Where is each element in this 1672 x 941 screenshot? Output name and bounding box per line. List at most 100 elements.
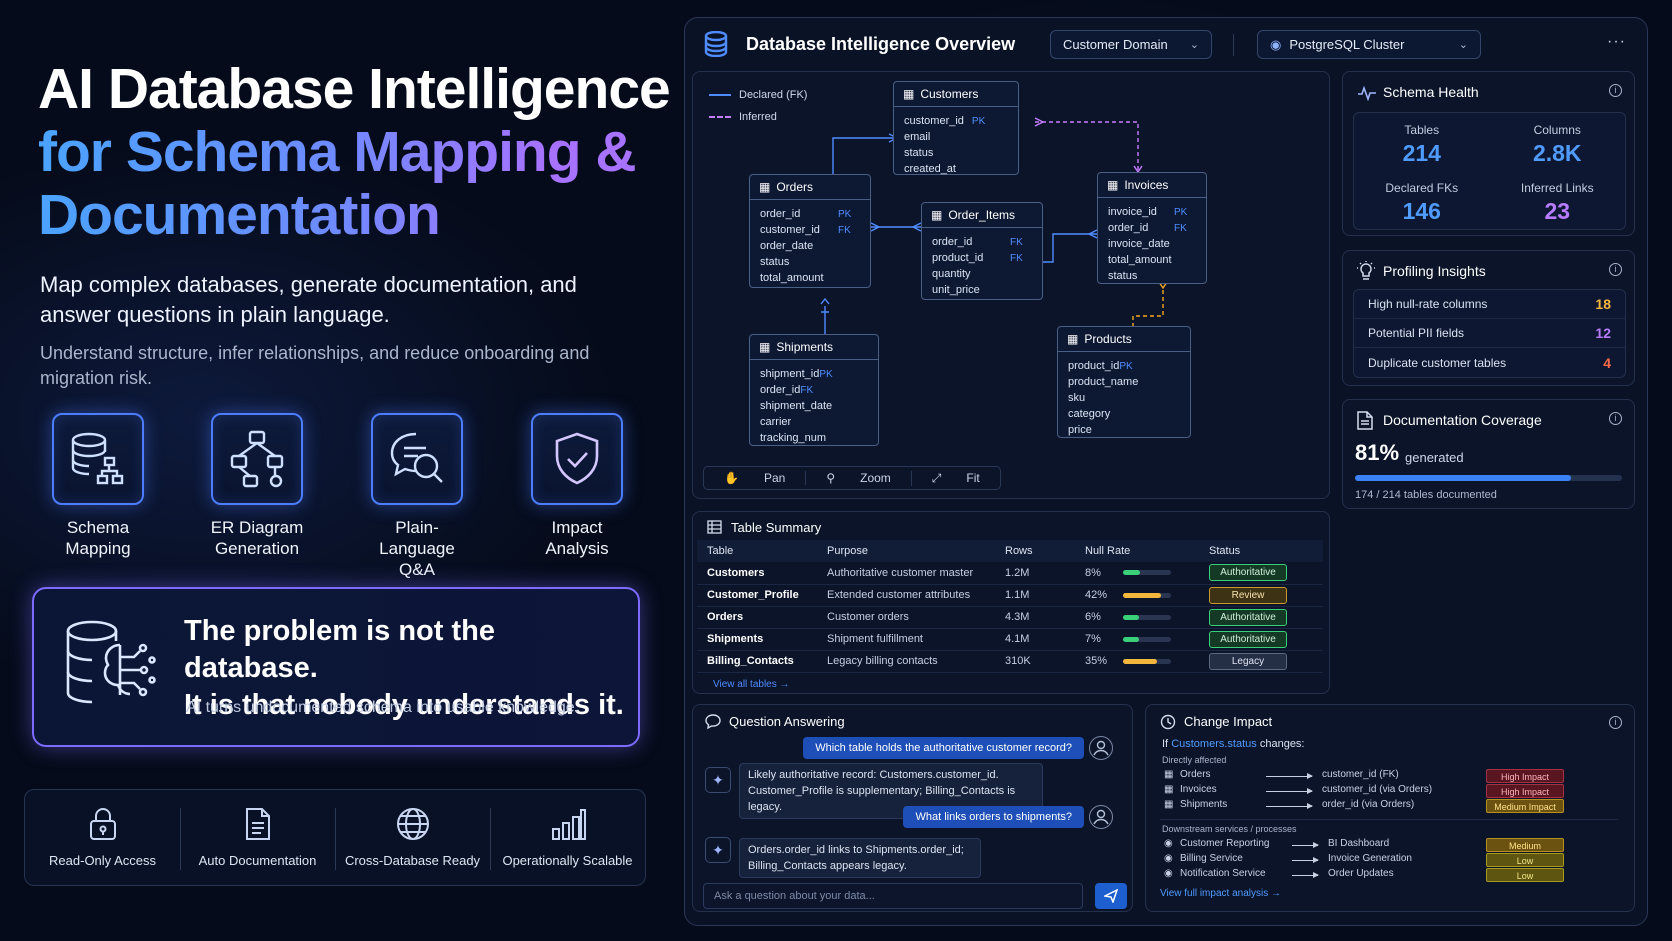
er-column: email	[904, 129, 1008, 145]
table-row[interactable]: Shipments Shipment fulfillment 4.1M 7% Autho…	[697, 628, 1323, 651]
info-icon[interactable]: i	[1609, 263, 1622, 276]
cluster-select[interactable]: ◉ PostgreSQL Cluster ⌄	[1257, 30, 1481, 59]
profiling-insights-card: Profiling Insights i High null-rate colu…	[1342, 250, 1635, 386]
feature-label-line1: ER Diagram	[210, 518, 304, 537]
purpose-cell: Shipment fulfillment	[817, 628, 995, 651]
feature-plain-language-qa: Plain-Language Q&A	[365, 413, 469, 580]
er-table-products[interactable]: ▦ Products product_id PK product_name sku …	[1057, 326, 1191, 438]
lock-icon	[89, 808, 116, 840]
er-column-name: order_id	[760, 384, 801, 396]
er-column-key: PK	[1119, 360, 1133, 372]
column-header[interactable]: Status	[1199, 540, 1323, 562]
null-rate-value: 42%	[1085, 589, 1108, 601]
null-rate-bar	[1123, 636, 1171, 642]
hero-subtitle: Map complex databases, generate document…	[40, 272, 577, 327]
table-icon: ▦	[1107, 178, 1119, 192]
column-header[interactable]: Table	[697, 540, 817, 562]
er-column-name: shipment_id	[760, 368, 820, 380]
er-table-orders[interactable]: ▦ Orders order_id PK customer_id FK order_d…	[749, 174, 871, 288]
arrow-right-icon	[1292, 842, 1319, 848]
user-question: What links orders to shipments?	[903, 806, 1084, 828]
column-header[interactable]: Purpose	[817, 540, 995, 562]
directly-affected-label: Directly affected	[1162, 755, 1227, 765]
ai-answer-line: Billing_Contacts appears legacy.	[748, 860, 907, 872]
stat-value: 2.8K	[1532, 140, 1582, 166]
affected-table: Invoices	[1180, 784, 1217, 795]
er-column-name: status	[904, 147, 934, 159]
er-table-name: Order_Items	[948, 208, 1016, 222]
doc-coverage-fill	[1355, 475, 1572, 481]
er-column-key: FK	[838, 224, 851, 236]
er-column-name: order_id	[932, 236, 973, 248]
table-row[interactable]: Orders Customer orders 4.3M 6% Authoritative	[697, 606, 1323, 629]
impact-badge: Low	[1486, 868, 1564, 882]
profiling-item[interactable]: Potential PII fields 12	[1354, 319, 1625, 348]
er-table-invoices[interactable]: ▦ Invoices invoice_id PK order_id FK invoic…	[1097, 172, 1207, 284]
capability-auto-documentation: Auto Documentation	[180, 790, 335, 885]
purpose-cell: Customer orders	[817, 606, 995, 629]
er-column: carrier	[760, 414, 868, 430]
table-row[interactable]: Billing_Contacts Legacy billing contacts 3…	[697, 650, 1323, 673]
er-column-key: FK	[800, 384, 814, 396]
profiling-item[interactable]: Duplicate customer tables 4	[1354, 348, 1625, 377]
info-icon[interactable]: i	[1609, 716, 1622, 729]
ai-answer-line: Orders.order_id links to Shipments.order…	[748, 844, 964, 856]
feature-label-line1: Schema	[66, 518, 130, 537]
stat-label: Columns	[1533, 123, 1581, 137]
column-header[interactable]: Rows	[995, 540, 1075, 562]
table-icon: ▦	[759, 340, 771, 354]
shield-check-icon	[531, 413, 623, 505]
rows-cell: 1.1M	[995, 584, 1075, 607]
er-column-key: FK	[1010, 252, 1023, 264]
er-column-key: PK	[838, 208, 852, 220]
er-column-name: unit_price	[932, 284, 980, 296]
status-badge: Authoritative	[1209, 608, 1287, 626]
info-icon[interactable]: i	[1609, 412, 1622, 425]
view-all-tables-link[interactable]: View all tables →	[713, 679, 790, 690]
problem-callout: The problem is not the database. It is th…	[32, 587, 640, 747]
purpose-cell: Legacy billing contacts	[817, 650, 995, 673]
domain-select[interactable]: Customer Domain ⌄	[1050, 30, 1212, 59]
impact-if: If	[1162, 738, 1169, 750]
domain-select-value: Customer Domain	[1063, 37, 1168, 52]
fit-tool[interactable]: ⤢ Fit	[910, 470, 1000, 486]
er-column-key: FK	[1174, 222, 1187, 234]
info-icon[interactable]: i	[1609, 84, 1622, 97]
downstream-service: Billing Service	[1180, 853, 1243, 864]
er-table-name: Invoices	[1124, 178, 1169, 192]
more-options-icon[interactable]: ···	[1607, 33, 1626, 51]
profiling-item[interactable]: High null-rate columns 18	[1354, 290, 1625, 319]
zoom-tool[interactable]: ⚲ Zoom	[805, 471, 910, 485]
downstream-service: Notification Service	[1180, 868, 1266, 879]
change-impact-card: Change Impact i If Customers.status chan…	[1145, 704, 1635, 912]
hero-title-line3: Documentation	[38, 184, 678, 247]
table-row[interactable]: Customer_Profile Extended customer attrib…	[697, 584, 1323, 607]
er-table-shipments[interactable]: ▦ Shipments shipment_id PK order_id FK ship…	[749, 334, 879, 446]
status-badge: Authoritative	[1209, 630, 1287, 648]
table-row[interactable]: Customers Authoritative customer master 1.…	[697, 562, 1323, 585]
send-icon	[1104, 889, 1118, 903]
hero-title: AI Database Intelligence for Schema Mapp…	[38, 58, 678, 247]
documentation-coverage-card: Documentation Coverage i 81% generated 1…	[1342, 399, 1635, 509]
er-column-key: PK	[819, 368, 833, 380]
impact-field: Customers.status	[1171, 738, 1257, 750]
er-table-customers[interactable]: ▦ Customers customer_id PK email status cr…	[893, 81, 1019, 175]
er-diagram[interactable]: Declared (FK) Inferred ▦ Customers custom…	[692, 71, 1330, 499]
question-input[interactable]: Ask a question about your data...	[703, 883, 1083, 909]
feature-label-line2: Mapping	[65, 539, 131, 558]
pulse-icon	[1358, 85, 1376, 101]
rows-cell: 310K	[995, 650, 1075, 673]
column-header[interactable]: Null Rate	[1075, 540, 1199, 562]
chevron-down-icon: ⌄	[1458, 39, 1468, 51]
send-button[interactable]	[1095, 883, 1127, 909]
er-table-name: Customers	[920, 87, 979, 101]
doc-coverage-title: Documentation Coverage	[1383, 412, 1542, 428]
panel-title: Database Intelligence Overview	[746, 34, 1016, 54]
view-full-impact-link[interactable]: View full impact analysis →	[1160, 888, 1281, 899]
er-column-name: shipment_date	[760, 400, 833, 412]
schema-health-title: Schema Health	[1383, 84, 1479, 100]
er-table-order-items[interactable]: ▦ Order_Items order_id FK product_id FK qua…	[921, 202, 1043, 300]
er-column-name: tracking_num	[760, 432, 827, 444]
pan-tool[interactable]: ✋ Pan	[704, 471, 805, 485]
er-column-name: invoice_date	[1108, 238, 1170, 250]
